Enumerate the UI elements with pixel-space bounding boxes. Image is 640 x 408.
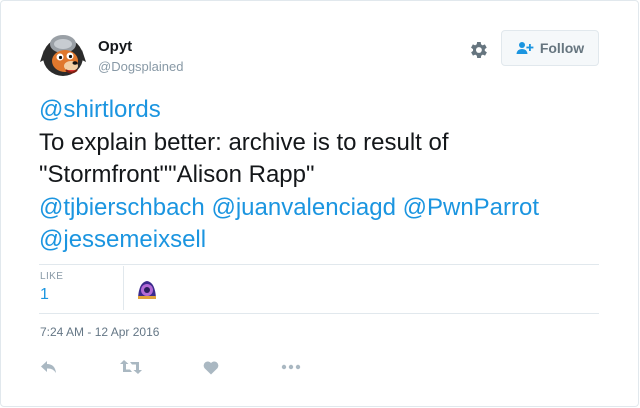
retweet-button[interactable]: [120, 357, 142, 377]
mention-link[interactable]: @PwnParrot: [403, 194, 539, 221]
reply-button[interactable]: [40, 357, 58, 377]
gear-icon[interactable]: [467, 39, 489, 61]
user-display-name[interactable]: Opyt: [98, 38, 132, 55]
heart-icon: [203, 360, 219, 374]
mention-link[interactable]: @shirtlords: [39, 96, 161, 123]
like-button[interactable]: [203, 357, 219, 377]
reply-icon: [41, 361, 56, 373]
like-count[interactable]: 1: [40, 286, 49, 304]
liker-avatar[interactable]: [134, 276, 160, 302]
tweet-text-line: To explain better: archive is to result …: [39, 128, 449, 156]
tweet-timestamp[interactable]: 7:24 AM - 12 Apr 2016: [40, 325, 159, 339]
like-stat-label: LIKE: [40, 271, 64, 282]
user-plus-icon: [516, 42, 534, 54]
tweet-text: @shirtlords To explain better: archive i…: [39, 94, 629, 257]
divider: [39, 313, 599, 314]
divider: [39, 264, 599, 265]
avatar[interactable]: [38, 30, 88, 80]
follow-button[interactable]: Follow: [501, 30, 599, 66]
user-handle[interactable]: @Dogsplained: [98, 59, 183, 74]
tweet-text-line: "Stormfront""Alison Rapp": [39, 161, 315, 188]
more-icon: [281, 364, 301, 370]
more-button[interactable]: [281, 357, 301, 377]
stats-separator: [123, 266, 124, 310]
mention-link[interactable]: @juanvalenciagd: [211, 194, 396, 221]
mention-link[interactable]: @jessemeixsell: [39, 226, 206, 253]
retweet-icon: [120, 360, 142, 374]
mention-link[interactable]: @tjbierschbach: [39, 194, 205, 221]
follow-label: Follow: [539, 40, 585, 56]
